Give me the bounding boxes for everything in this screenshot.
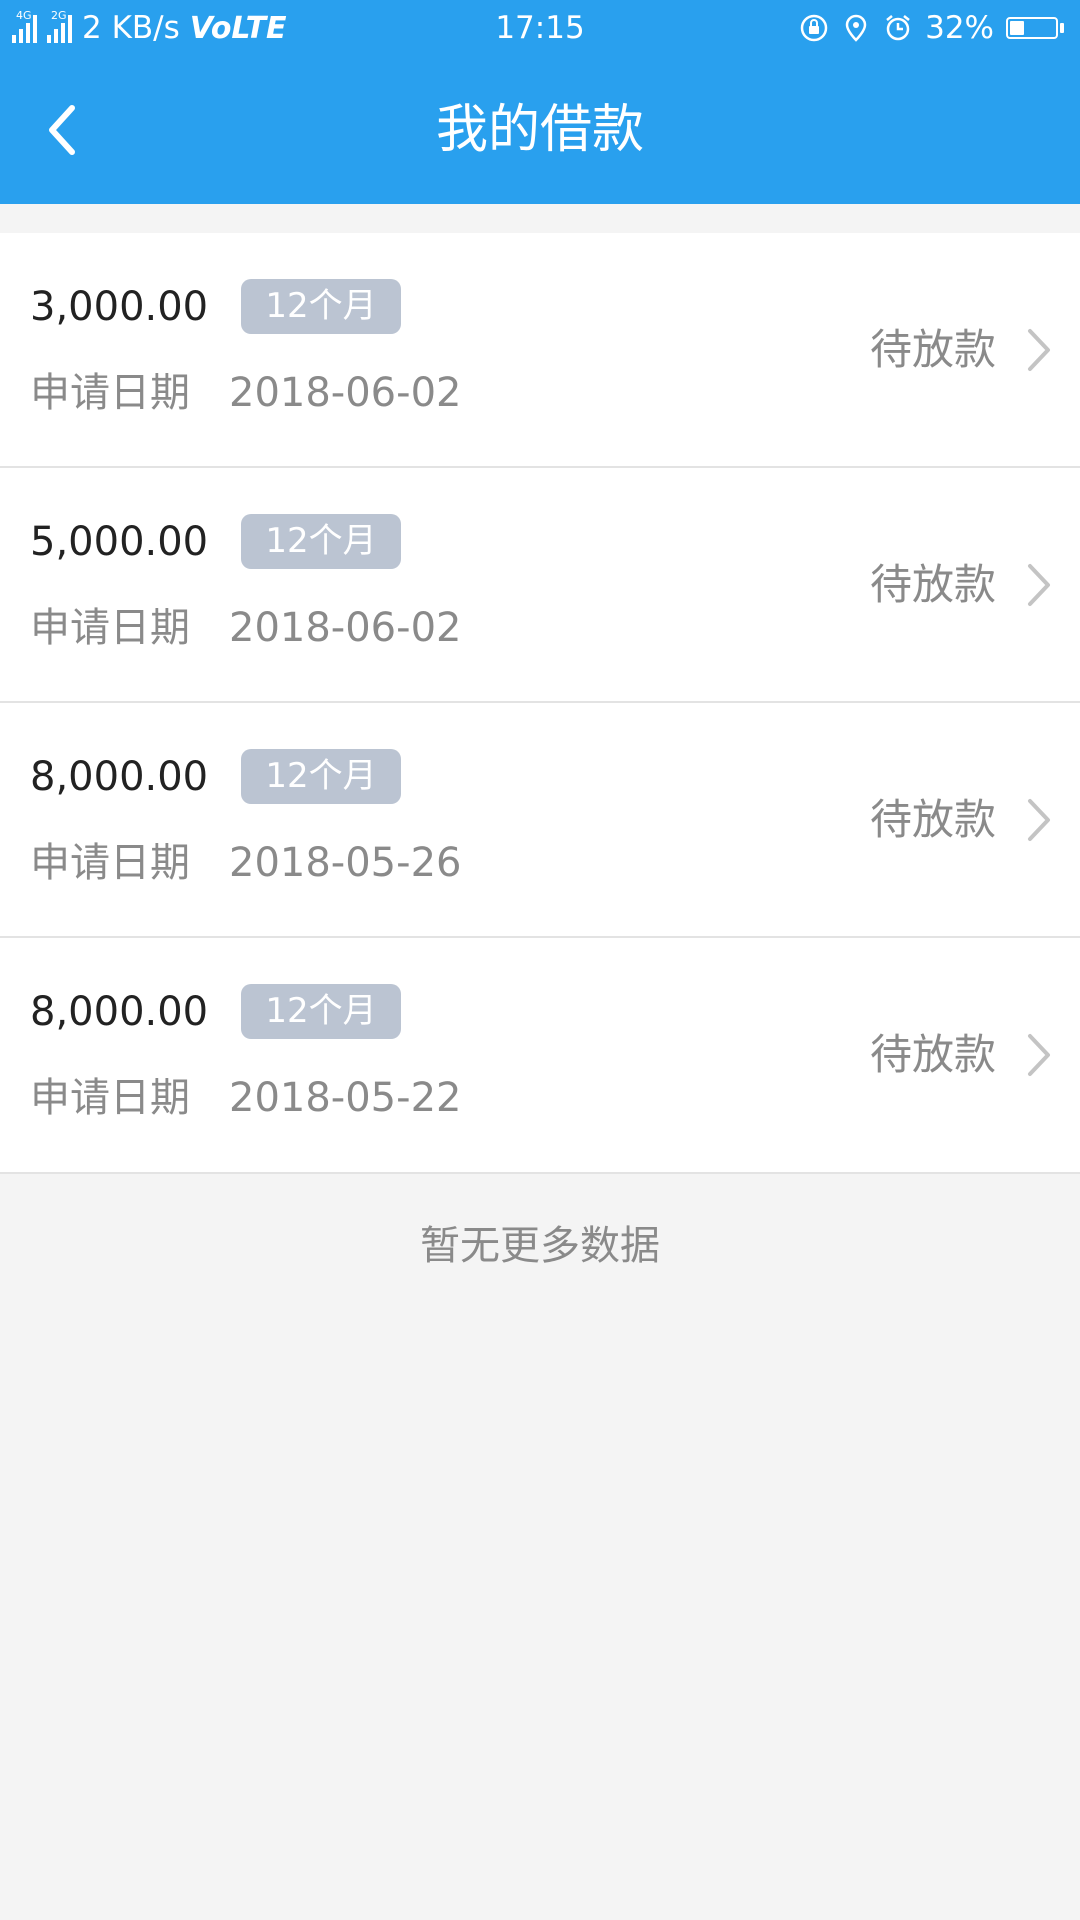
apply-date-value: 2018-06-02 <box>229 370 462 416</box>
chevron-right-icon <box>1028 564 1050 606</box>
apply-date-label: 申请日期 <box>30 605 190 651</box>
apply-date-value: 2018-06-02 <box>229 605 462 651</box>
chevron-right-icon <box>1028 1034 1050 1076</box>
loan-amount: 8,000.00 <box>30 989 209 1035</box>
status-bar: 4G 2G 2 KB/s VoLTE 17:15 32% <box>0 0 1080 56</box>
loan-amount: 8,000.00 <box>30 754 209 800</box>
apply-date-value: 2018-05-22 <box>229 1075 462 1121</box>
loan-term-badge: 12个月 <box>241 749 401 804</box>
loan-amount: 3,000.00 <box>30 284 209 330</box>
loan-status: 待放款 <box>869 1030 996 1079</box>
apply-date-value: 2018-05-26 <box>229 840 462 886</box>
chevron-right-icon <box>1028 799 1050 841</box>
top-bar: 4G 2G 2 KB/s VoLTE 17:15 32% 我的借款 <box>0 0 1080 204</box>
loan-status: 待放款 <box>869 325 996 374</box>
rotation-lock-icon <box>800 14 828 42</box>
location-icon <box>845 14 867 42</box>
battery-icon <box>1006 17 1064 39</box>
page-title: 我的借款 <box>435 100 644 160</box>
apply-date-label: 申请日期 <box>30 370 190 416</box>
loan-status: 待放款 <box>869 795 996 844</box>
apply-date-label: 申请日期 <box>30 1075 190 1121</box>
loan-term-badge: 12个月 <box>241 279 401 334</box>
loan-term-badge: 12个月 <box>241 514 401 569</box>
no-more-data-text: 暂无更多数据 <box>420 1223 660 1269</box>
loan-list: 3,000.00 12个月 申请日期 2018-06-02 待放款 5,000.… <box>0 233 1080 1174</box>
chevron-right-icon <box>1028 329 1050 371</box>
loan-list-item[interactable]: 8,000.00 12个月 申请日期 2018-05-26 待放款 <box>0 703 1080 938</box>
alarm-icon <box>886 15 910 41</box>
loan-list-item[interactable]: 8,000.00 12个月 申请日期 2018-05-22 待放款 <box>0 938 1080 1174</box>
loan-list-item[interactable]: 5,000.00 12个月 申请日期 2018-06-02 待放款 <box>0 468 1080 703</box>
loan-list-item[interactable]: 3,000.00 12个月 申请日期 2018-06-02 待放款 <box>0 233 1080 468</box>
loan-status: 待放款 <box>869 560 996 609</box>
apply-date-label: 申请日期 <box>30 840 190 886</box>
loan-term-badge: 12个月 <box>241 984 401 1039</box>
loan-amount: 5,000.00 <box>30 519 209 565</box>
app-bar: 我的借款 <box>0 56 1080 204</box>
screen: 4G 2G 2 KB/s VoLTE 17:15 32% 我的借款 3,000.… <box>0 0 1080 1920</box>
status-right: 32% <box>799 8 1064 48</box>
battery-percent: 32% <box>925 10 994 46</box>
